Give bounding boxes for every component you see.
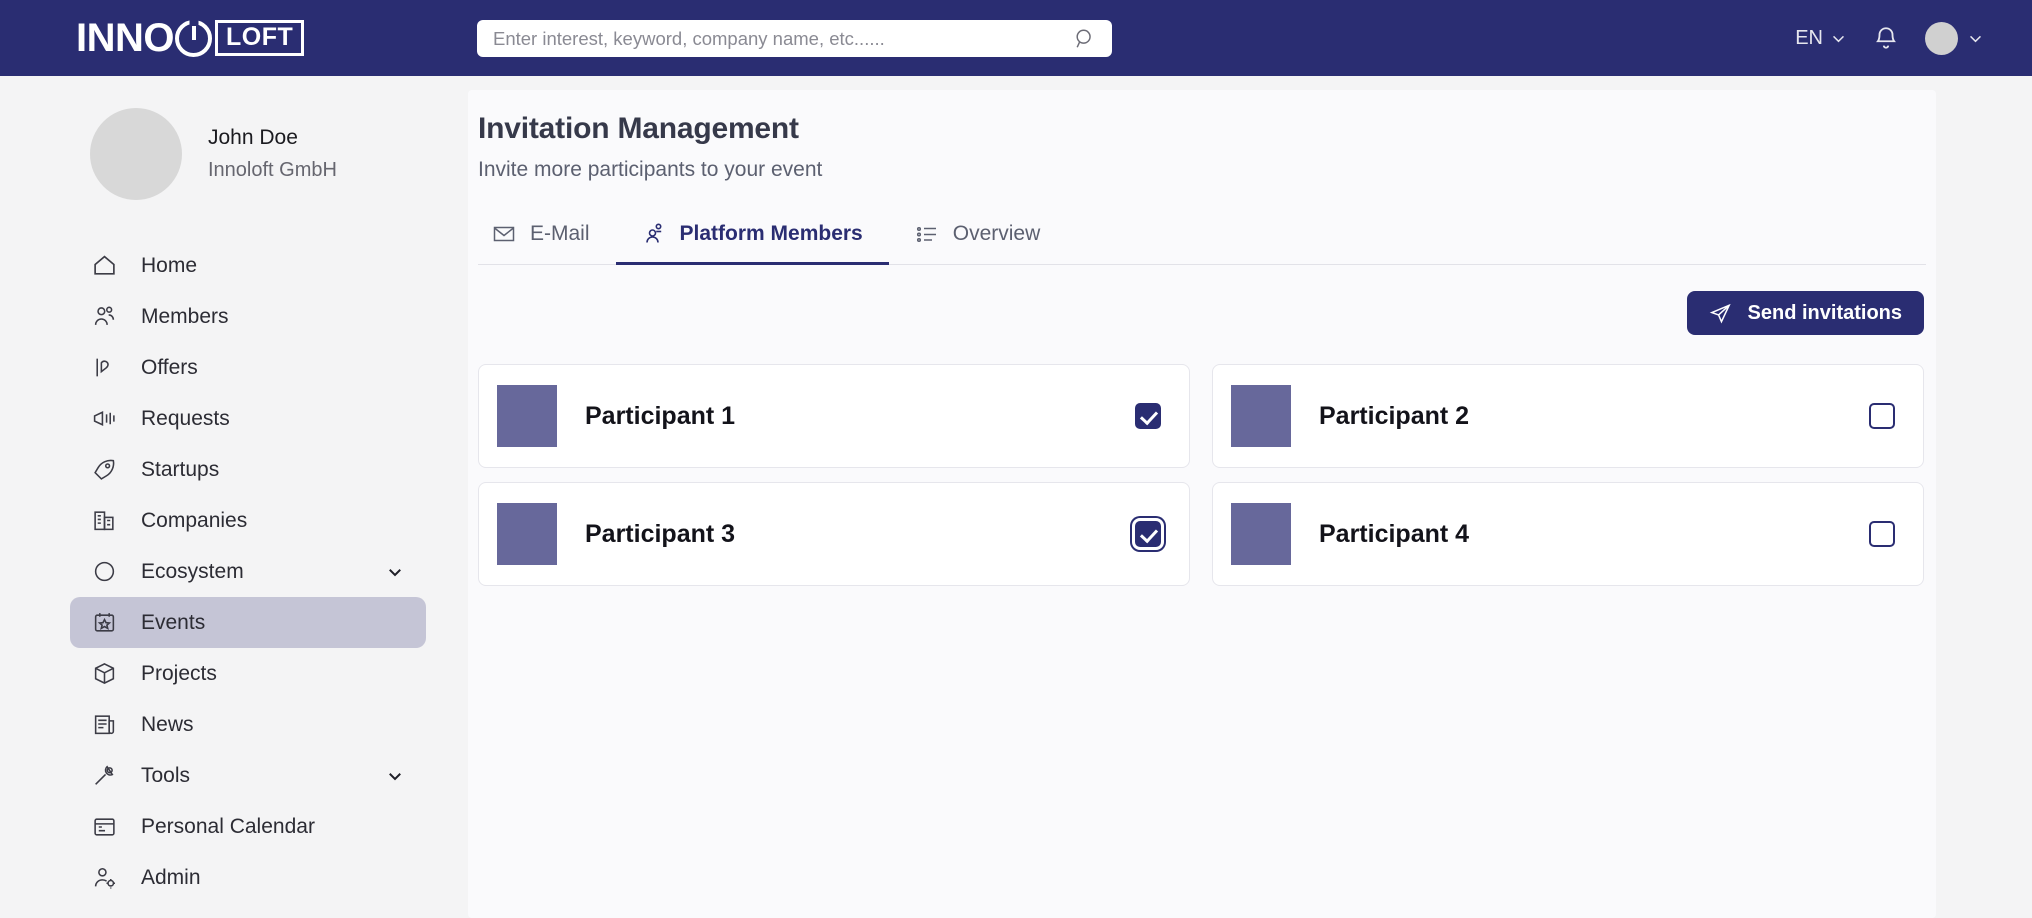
- requests-icon: [93, 411, 115, 426]
- calendar-icon: [94, 818, 115, 836]
- tools-icon: [95, 765, 114, 785]
- participant-thumbnail: [497, 385, 557, 447]
- innoloft-logo[interactable]: INNO LOFT: [76, 16, 305, 60]
- profile-organization: Innoloft GmbH: [208, 158, 337, 181]
- chevron-down-icon: [1969, 35, 1982, 42]
- participant-thumbnail: [1231, 385, 1291, 447]
- profile-name: John Doe: [208, 126, 298, 150]
- page-subtitle: Invite more participants to your event: [478, 158, 823, 181]
- top-header-bar: INNO LOFT EN: [0, 0, 2032, 76]
- tab-platform-members[interactable]: Platform Members: [615, 212, 889, 265]
- participant-checkbox[interactable]: [1135, 403, 1161, 429]
- sidebar-item-projects[interactable]: Projects: [70, 648, 426, 699]
- sidebar-item-label: Companies: [141, 508, 248, 532]
- action-row: Send invitations: [468, 265, 1936, 335]
- user-menu[interactable]: [1925, 21, 1984, 55]
- page-title: Invitation Management: [478, 112, 799, 145]
- main-content-panel: Invitation Management Invite more partic…: [468, 90, 1936, 918]
- sidebar-item-requests[interactable]: Requests: [70, 393, 426, 444]
- participant-card[interactable]: Participant 4: [1212, 482, 1924, 586]
- sidebar-item-label: Members: [141, 304, 229, 328]
- sidebar-item-label: Ecosystem: [141, 559, 244, 583]
- sidebar-item-label: News: [141, 712, 194, 736]
- events-icon: [94, 613, 115, 632]
- sidebar-item-companies[interactable]: Companies: [70, 495, 426, 546]
- logo-text-inno: INNO: [76, 16, 175, 60]
- participant-checkbox[interactable]: [1135, 521, 1161, 547]
- sidebar-item-news[interactable]: News: [70, 699, 426, 750]
- sidebar-item-label: Requests: [141, 406, 230, 430]
- sidebar-item-tools[interactable]: Tools: [70, 750, 426, 801]
- participant-name: Participant 2: [1319, 401, 1470, 430]
- sidebar: John Doe Innoloft GmbH Home Members Offe…: [0, 76, 440, 918]
- global-search-box[interactable]: [477, 20, 1112, 57]
- ecosystem-icon: [94, 561, 115, 582]
- participant-name: Participant 1: [585, 401, 736, 430]
- page-header: Invitation Management Invite more partic…: [468, 90, 1936, 182]
- participant-thumbnail: [1231, 503, 1291, 565]
- participant-card[interactable]: Participant 3: [478, 482, 1190, 586]
- participant-card-grid: Participant 1 Participant 2 Participant …: [478, 364, 1936, 586]
- sidebar-item-label: Personal Calendar: [141, 814, 315, 838]
- admin-icon: [94, 867, 116, 889]
- participant-checkbox[interactable]: [1869, 521, 1895, 547]
- participant-checkbox[interactable]: [1869, 403, 1895, 429]
- power-icon: [175, 19, 212, 57]
- companies-icon: [94, 511, 114, 531]
- profile-avatar: [90, 108, 182, 200]
- search-icon[interactable]: [1074, 28, 1096, 50]
- sidebar-item-members[interactable]: Members: [70, 291, 426, 342]
- participant-name: Participant 4: [1319, 519, 1470, 548]
- envelope-icon: [493, 226, 515, 242]
- send-invitations-button[interactable]: Send invitations: [1686, 291, 1924, 335]
- sidebar-profile[interactable]: John Doe Innoloft GmbH: [0, 76, 440, 200]
- sidebar-item-label: Startups: [141, 457, 220, 481]
- tab-label: Overview: [952, 222, 1041, 245]
- avatar[interactable]: [1925, 21, 1958, 55]
- sidebar-item-label: Admin: [141, 865, 201, 889]
- sidebar-item-offers[interactable]: Offers: [70, 342, 426, 393]
- offers-icon: [96, 358, 109, 377]
- tab-label: E-Mail: [530, 222, 590, 245]
- tab-overview[interactable]: Overview: [889, 212, 1067, 265]
- sidebar-item-label: Projects: [141, 661, 217, 685]
- language-selector[interactable]: EN: [1795, 27, 1847, 50]
- participant-card[interactable]: Participant 1: [478, 364, 1190, 468]
- participant-name: Participant 3: [585, 519, 736, 548]
- startups-icon: [94, 459, 115, 480]
- sidebar-item-personal-calendar[interactable]: Personal Calendar: [70, 801, 426, 852]
- tab-email[interactable]: E-Mail: [478, 212, 616, 265]
- sidebar-item-admin[interactable]: Admin: [70, 852, 426, 903]
- participant-card[interactable]: Participant 2: [1212, 364, 1924, 468]
- list-icon: [916, 226, 936, 243]
- paper-plane-icon: [1709, 303, 1731, 324]
- sidebar-item-label: Tools: [141, 763, 191, 787]
- bell-icon[interactable]: [1873, 23, 1899, 53]
- chevron-down-icon: [1832, 35, 1845, 42]
- chevron-down-icon[interactable]: [386, 767, 404, 785]
- send-invitations-label: Send invitations: [1747, 301, 1902, 324]
- header-actions: EN: [1795, 0, 1984, 76]
- search-input[interactable]: [493, 27, 1074, 50]
- chevron-down-icon[interactable]: [386, 563, 404, 581]
- members-icon: [94, 306, 115, 325]
- sidebar-nav: Home Members Offers Requests Startups Co…: [0, 240, 440, 903]
- projects-icon: [94, 663, 115, 684]
- home-icon: [94, 255, 115, 275]
- sidebar-item-label: Home: [141, 253, 198, 277]
- sidebar-item-label: Offers: [141, 355, 198, 379]
- sidebar-item-events[interactable]: Events: [70, 597, 426, 648]
- sidebar-item-home[interactable]: Home: [70, 240, 426, 291]
- participant-thumbnail: [497, 503, 557, 565]
- sidebar-item-ecosystem[interactable]: Ecosystem: [70, 546, 426, 597]
- members-icon: [645, 223, 662, 243]
- news-icon: [94, 715, 115, 735]
- tab-bar: E-Mail Platform Members Overview: [478, 212, 1926, 265]
- sidebar-item-label: Events: [141, 610, 206, 634]
- language-label: EN: [1795, 26, 1823, 49]
- tab-label: Platform Members: [679, 222, 863, 245]
- logo-text-loft: LOFT: [215, 20, 305, 56]
- sidebar-item-startups[interactable]: Startups: [70, 444, 426, 495]
